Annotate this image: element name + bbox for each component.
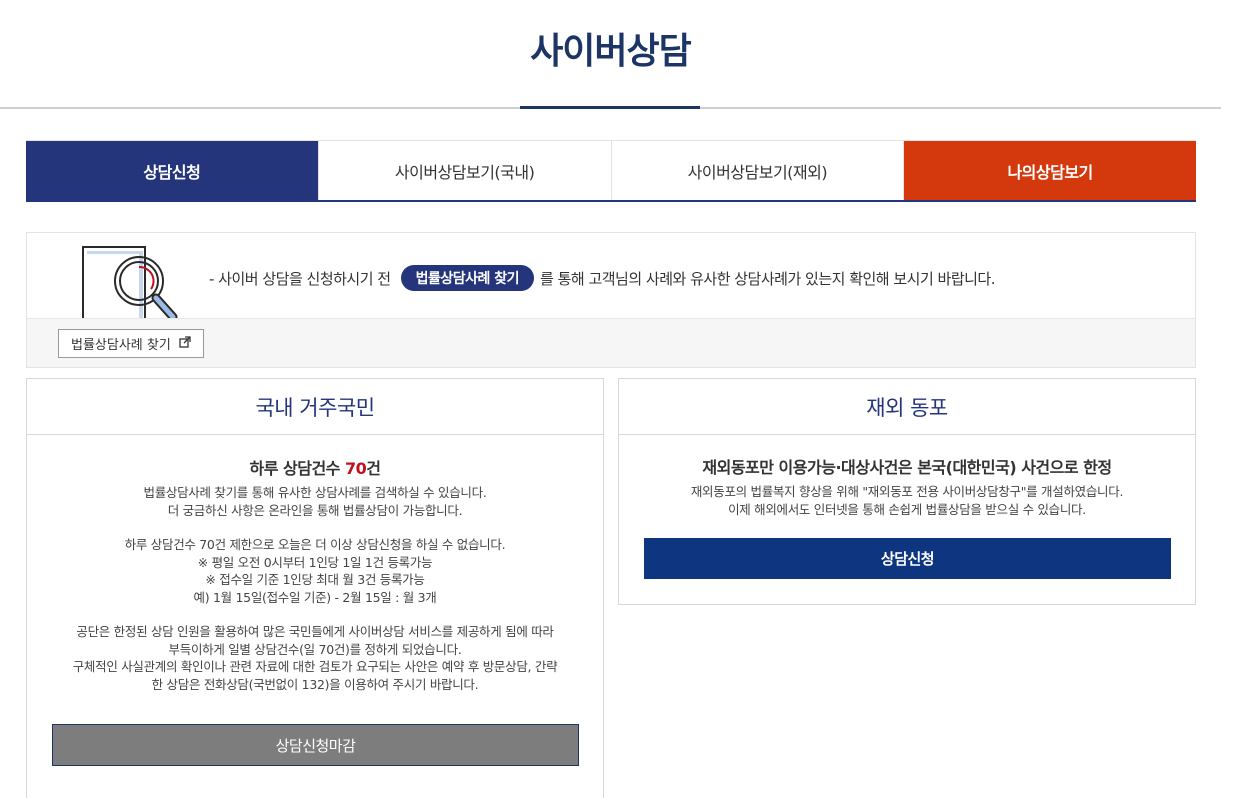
overseas-card: 재외 동포 재외동포만 이용가능·대상사건은 본국(대한민국) 사건으로 한정 … [618, 378, 1196, 605]
domestic-desc-line: ※ 접수일 기준 1인당 최대 월 3건 등록가능 [205, 572, 425, 587]
domestic-desc-line: 예) 1월 15일(접수일 기준) - 2월 15일 : 월 3개 [193, 589, 437, 605]
notice-text-after: 를 통해 고객님의 사례와 유사한 상담사례가 있는지 확인해 보시기 바랍니다… [540, 269, 995, 288]
overseas-desc: 재외동포의 법률복지 향상을 위해 "재외동포 전용 사이버상담창구"를 개설하… [619, 483, 1195, 518]
domestic-desc-line: ※ 평일 오전 0시부터 1인당 1일 1건 등록가능 [197, 554, 433, 570]
domestic-desc-line: 부득이하게 일별 상담건수(일 70건)를 정하게 되었습니다. [168, 641, 462, 657]
tab-overseas-view[interactable]: 사이버상담보기(재외) [611, 141, 905, 200]
domestic-desc-line: 구체적인 사실관계의 확인이나 관련 자료에 대한 검토가 요구되는 사안은 예… [72, 659, 558, 674]
overseas-subtitle: 재외동포만 이용가능·대상사건은 본국(대한민국) 사건으로 한정 [702, 458, 1112, 477]
tab-bar: 상담신청 사이버상담보기(국내) 사이버상담보기(재외) 나의상담보기 [26, 140, 1196, 202]
daily-limit-suffix: 건 [366, 459, 381, 478]
domestic-desc-2: 하루 상담건수 70건 제한으로 오늘은 더 이상 상담신청을 하실 수 없습니… [27, 536, 603, 606]
daily-limit-count: 70 [344, 459, 367, 478]
application-closed-button[interactable]: 상담신청마감 [52, 724, 579, 766]
notice-text-before: - 사이버 상담을 신청하시기 전 [209, 269, 391, 288]
notice-box: - 사이버 상담을 신청하시기 전 법률상담사례 찾기 를 통해 고객님의 사례… [26, 232, 1196, 368]
domestic-desc-3: 공단은 한정된 상담 인원을 활용하여 많은 국민들에게 사이버상담 서비스를 … [27, 623, 603, 693]
domestic-desc-line: 한 상담은 전화상담(국번없이 132)을 이용하여 주시기 바랍니다. [151, 676, 479, 692]
find-cases-button-label: 법률상담사례 찾기 [71, 338, 171, 353]
daily-limit-prefix: 하루 상담건수 [249, 459, 345, 478]
tab-domestic-view[interactable]: 사이버상담보기(국내) [318, 141, 612, 200]
tab-apply[interactable]: 상담신청 [26, 141, 319, 200]
overseas-card-title: 재외 동포 [619, 379, 1195, 435]
overseas-apply-button[interactable]: 상담신청 [644, 538, 1171, 579]
find-cases-pill[interactable]: 법률상담사례 찾기 [400, 265, 535, 291]
find-cases-button[interactable]: 법률상담사례 찾기 [58, 329, 204, 358]
notice-message: - 사이버 상담을 신청하시기 전 법률상담사례 찾기 를 통해 고객님의 사례… [209, 265, 995, 291]
overseas-desc-line: 이제 해외에서도 인터넷을 통해 손쉽게 법률상담을 받으실 수 있습니다. [728, 501, 1086, 517]
overseas-desc-line: 재외동포의 법률복지 향상을 위해 "재외동포 전용 사이버상담창구"를 개설하… [690, 484, 1124, 499]
page-title: 사이버상담 [530, 31, 692, 72]
domestic-card: 국내 거주국민 하루 상담건수 70건 법률상담사례 찾기를 통해 유사한 상담… [26, 378, 604, 798]
domestic-daily-limit: 하루 상담건수 70건 [27, 455, 603, 479]
domestic-desc-line: 더 궁금하신 사항은 온라인을 통해 법률상담이 가능합니다. [167, 502, 463, 518]
tab-my-consultations[interactable]: 나의상담보기 [904, 141, 1196, 200]
domestic-desc-line: 하루 상담건수 70건 제한으로 오늘은 더 이상 상담신청을 하실 수 없습니… [124, 537, 506, 552]
domestic-desc-1: 법률상담사례 찾기를 통해 유사한 상담사례를 검색하실 수 있습니다. 더 궁… [27, 484, 603, 519]
domestic-desc-line: 공단은 한정된 상담 인원을 활용하여 많은 국민들에게 사이버상담 서비스를 … [76, 624, 554, 639]
domestic-desc-line: 법률상담사례 찾기를 통해 유사한 상담사례를 검색하실 수 있습니다. [143, 485, 487, 500]
domestic-card-title: 국내 거주국민 [27, 379, 603, 435]
magnifier-document-icon [77, 245, 187, 328]
external-link-icon [179, 335, 191, 352]
title-accent-bar [520, 106, 700, 109]
